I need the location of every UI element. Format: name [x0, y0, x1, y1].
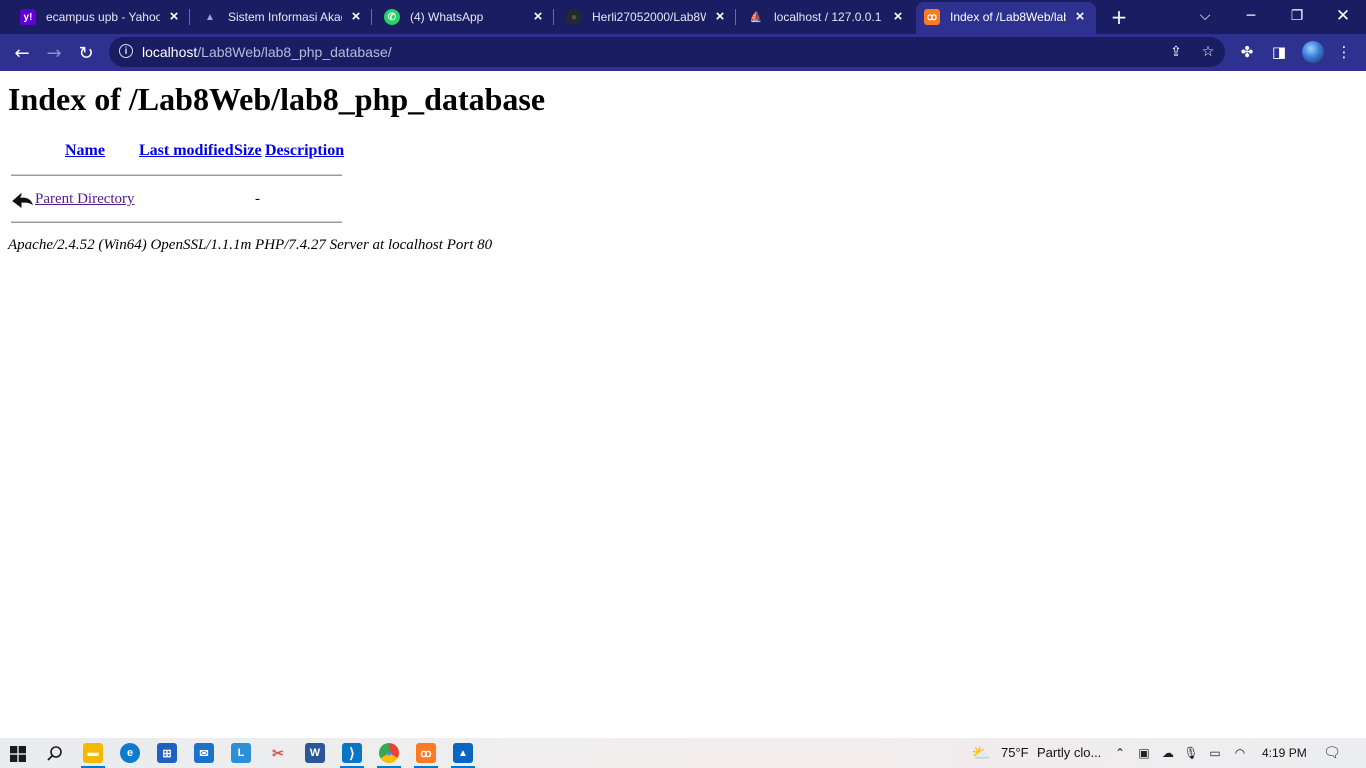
parent-directory-link[interactable]: Parent Directory: [35, 190, 135, 208]
close-tab-icon[interactable]: ×: [1072, 8, 1088, 25]
forward-arrow-icon[interactable]: →: [42, 41, 66, 65]
chevron-up-icon[interactable]: ⌃: [1112, 745, 1128, 761]
xampp-icon[interactable]: ꝏ: [414, 743, 438, 768]
weather-description[interactable]: Partly clo...: [1037, 746, 1101, 760]
side-panel-icon[interactable]: ◨: [1269, 42, 1289, 62]
url-path: /Lab8Web/lab8_php_database/: [197, 44, 392, 60]
profile-avatar[interactable]: [1302, 41, 1324, 63]
photos-icon[interactable]: ▲: [451, 743, 475, 768]
xampp-icon: ꝏ: [924, 9, 940, 25]
weather-temperature[interactable]: 75°F: [1001, 746, 1029, 760]
close-tab-icon[interactable]: ×: [712, 8, 728, 25]
snipping-tool-icon[interactable]: ✂: [268, 743, 288, 763]
weather-partly-cloudy-icon[interactable]: ⛅: [970, 744, 992, 762]
tab-title: Index of /Lab8Web/lab8_php_database: [950, 10, 1066, 24]
browser-tab-strip: y! ecampus upb - Yahoo × ▲ Sistem Inform…: [0, 0, 1366, 34]
browser-tab-sia[interactable]: ▲ Sistem Informasi Akademik ×: [194, 0, 372, 34]
mail-icon[interactable]: ✉: [194, 743, 214, 763]
url-text[interactable]: localhost/Lab8Web/lab8_php_database/: [142, 44, 392, 60]
column-header-name[interactable]: Name: [65, 142, 105, 160]
table-divider-bottom: [11, 221, 342, 223]
tab-title: (4) WhatsApp: [410, 10, 484, 24]
more-menu-icon[interactable]: ⋮: [1334, 42, 1354, 62]
server-signature: Apache/2.4.52 (Win64) OpenSSL/1.1.1m PHP…: [8, 237, 493, 253]
meet-now-icon[interactable]: ▣: [1136, 745, 1152, 761]
tab-title: ecampus upb - Yahoo: [46, 10, 160, 24]
minimize-window-button[interactable]: ─: [1228, 0, 1274, 32]
page-content: Index of /Lab8Web/lab8_php_database Name…: [0, 71, 1366, 738]
back-arrow-icon[interactable]: ←: [10, 41, 34, 65]
url-host: localhost: [142, 44, 198, 60]
windows-start-icon[interactable]: [10, 746, 26, 762]
lightshot-icon[interactable]: L: [231, 743, 251, 763]
close-tab-icon[interactable]: ×: [348, 8, 364, 25]
yahoo-icon: y!: [20, 9, 36, 25]
column-header-description[interactable]: Description: [265, 142, 344, 160]
chrome-icon[interactable]: ●: [377, 743, 401, 768]
tab-search-chevron-down-icon[interactable]: ⌵: [1182, 0, 1228, 32]
restore-window-button[interactable]: ❐: [1274, 0, 1320, 32]
close-tab-icon[interactable]: ×: [890, 8, 906, 25]
phpmyadmin-icon: ⛵: [749, 11, 763, 23]
row-size: -: [255, 191, 260, 207]
microphone-icon[interactable]: 🎙: [1183, 745, 1199, 761]
column-header-last-modified[interactable]: Last modified: [139, 142, 234, 160]
tab-separator: [371, 9, 372, 25]
github-icon: ●: [566, 9, 582, 25]
tab-separator: [553, 9, 554, 25]
microsoft-store-icon[interactable]: ⊞: [157, 743, 177, 763]
edge-icon[interactable]: e: [120, 743, 140, 763]
tab-title: Herli27052000/Lab8Web: [592, 10, 706, 24]
back-arrow-icon: [12, 192, 33, 208]
tab-separator: [735, 9, 736, 25]
whatsapp-icon: ✆: [384, 9, 400, 25]
search-icon[interactable]: [46, 745, 64, 763]
close-tab-icon[interactable]: ×: [166, 8, 182, 25]
close-tab-icon[interactable]: ×: [530, 8, 546, 25]
browser-toolbar: ← → ↻ i localhost/Lab8Web/lab8_php_datab…: [0, 34, 1366, 71]
file-explorer-icon[interactable]: ▬: [81, 743, 105, 768]
bookmark-star-icon[interactable]: ☆: [1199, 43, 1217, 61]
battery-icon[interactable]: ▭: [1207, 745, 1223, 761]
browser-tab-whatsapp[interactable]: ✆ (4) WhatsApp ×: [376, 0, 554, 34]
vscode-icon[interactable]: ⟩: [340, 743, 364, 768]
address-bar[interactable]: i localhost/Lab8Web/lab8_php_database/ ⇪…: [109, 37, 1225, 67]
tab-title: Sistem Informasi Akademik: [228, 10, 342, 24]
site-info-icon[interactable]: i: [119, 44, 133, 58]
reload-icon[interactable]: ↻: [74, 41, 98, 65]
university-icon: ▲: [205, 11, 215, 23]
column-header-size[interactable]: Size: [234, 142, 262, 160]
new-tab-button[interactable]: +: [1109, 7, 1129, 27]
table-divider-top: [11, 174, 342, 176]
share-icon[interactable]: ⇪: [1167, 43, 1185, 61]
browser-tab-phpmyadmin[interactable]: ⛵ localhost / 127.0.0.1 / phpMyAdmin ×: [740, 0, 914, 34]
tab-title: localhost / 127.0.0.1 / phpMyAdmin: [774, 10, 884, 24]
close-window-button[interactable]: ✕: [1320, 0, 1366, 32]
page-title: Index of /Lab8Web/lab8_php_database: [8, 81, 546, 117]
onedrive-cloud-icon[interactable]: ☁: [1160, 745, 1176, 761]
notification-center-icon[interactable]: 🗨: [1323, 745, 1341, 761]
extensions-puzzle-icon[interactable]: ✤: [1237, 42, 1257, 62]
wifi-icon[interactable]: ◠: [1232, 745, 1248, 761]
tab-separator: [189, 9, 190, 25]
browser-tab-active-index[interactable]: ꝏ Index of /Lab8Web/lab8_php_database ×: [916, 2, 1096, 34]
browser-tab-github[interactable]: ● Herli27052000/Lab8Web ×: [558, 0, 736, 34]
browser-tab-yahoo[interactable]: y! ecampus upb - Yahoo ×: [12, 0, 190, 34]
word-icon[interactable]: W: [305, 743, 325, 763]
windows-taskbar: ▬ e ⊞ ✉ L ✂ W ⟩ ● ꝏ ▲ ⛅ 75°F Partly clo.…: [0, 738, 1366, 768]
taskbar-clock[interactable]: 4:19 PM: [1262, 746, 1307, 760]
